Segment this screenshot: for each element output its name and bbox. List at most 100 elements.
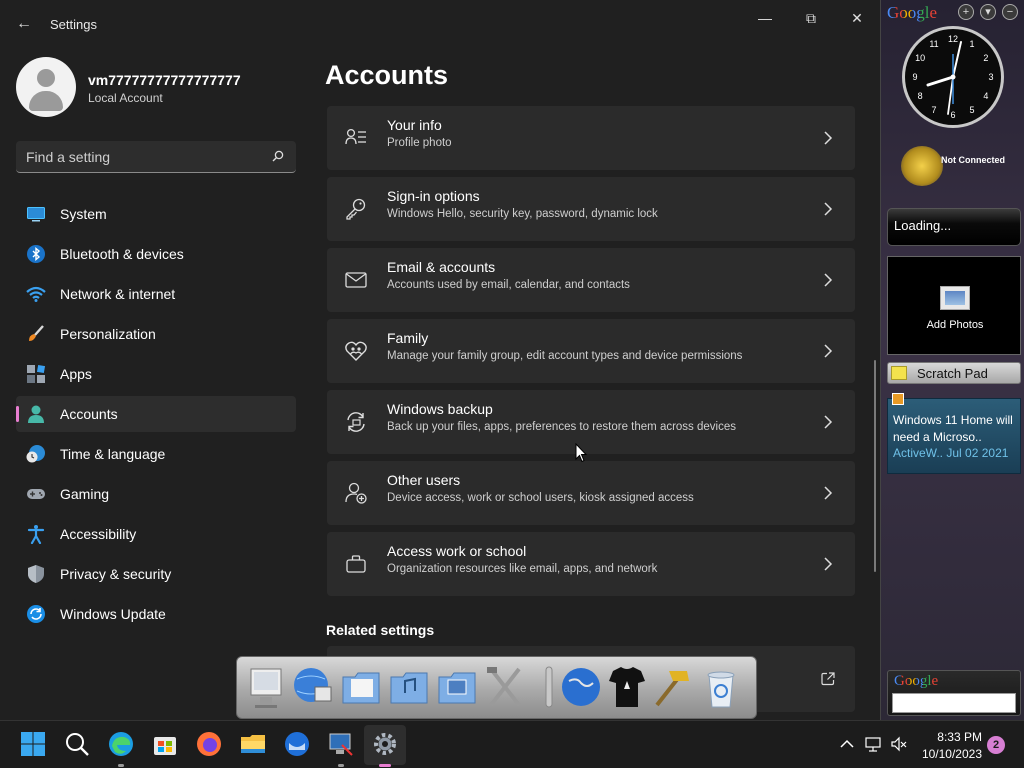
pictures-folder-dock-icon[interactable] <box>435 663 479 711</box>
add-gadget-button[interactable]: + <box>958 4 974 20</box>
clock-numeral: 4 <box>983 91 988 101</box>
clock-numeral: 12 <box>948 34 958 44</box>
edge-icon[interactable] <box>108 731 134 757</box>
chevron-right-icon <box>824 344 833 358</box>
sidebar-item-bluetooth[interactable]: Bluetooth & devices <box>16 236 296 272</box>
chevron-right-icon <box>824 273 833 287</box>
avatar-head <box>37 69 55 87</box>
clock-globe-icon <box>26 445 45 463</box>
firefox-icon[interactable] <box>196 731 222 757</box>
web-globe-dock-icon[interactable] <box>559 663 603 711</box>
key-icon <box>346 198 366 220</box>
sidebar-item-label: Accessibility <box>60 526 137 542</box>
start-windows-icon[interactable] <box>20 731 46 757</box>
feed-headline-text: Windows 11 Home will need a Microso.. <box>893 413 1013 444</box>
music-folder-dock-icon[interactable] <box>387 663 431 711</box>
speaker-muted-icon[interactable] <box>890 735 908 753</box>
sidebar-item-apps[interactable]: Apps <box>16 356 296 392</box>
maximize-button[interactable]: ⧉ <box>788 6 834 30</box>
store-icon[interactable] <box>152 731 178 757</box>
card-your-info[interactable]: Your info Profile photo <box>327 106 855 170</box>
clock-numeral: 5 <box>969 105 974 115</box>
loading-text: Loading... <box>894 218 952 233</box>
chevron-right-icon <box>824 557 833 571</box>
scrollbar[interactable] <box>874 360 876 572</box>
monitor-dock-icon[interactable] <box>245 663 289 711</box>
search-icon[interactable] <box>272 150 284 162</box>
clock-numeral: 1 <box>969 39 974 49</box>
tshirt-dock-icon[interactable] <box>605 663 649 711</box>
chevron-up-icon[interactable] <box>838 735 856 753</box>
sidebar-item-privacy[interactable]: Privacy & security <box>16 556 296 592</box>
wifi-icon <box>26 286 46 302</box>
news-feed-gadget[interactable]: Windows 11 Home will need a Microso.. Ac… <box>887 393 1021 474</box>
documents-folder-dock-icon[interactable] <box>339 663 383 711</box>
back-button[interactable]: ← <box>12 14 36 34</box>
dock-bar <box>236 656 757 719</box>
options-button[interactable]: ▾ <box>980 4 996 20</box>
network-globe-dock-icon[interactable] <box>291 663 335 711</box>
active-indicator <box>379 764 391 767</box>
sidebar-item-gaming[interactable]: Gaming <box>16 476 296 512</box>
google-search-input[interactable] <box>892 693 1016 713</box>
remote-desktop-icon[interactable] <box>328 731 354 757</box>
search-box[interactable] <box>16 141 296 173</box>
card-title: Access work or school <box>387 543 527 559</box>
card-email-accounts[interactable]: Email & accounts Accounts used by email,… <box>327 248 855 312</box>
weather-status: Not Connected <box>941 155 1005 165</box>
page-title: Accounts <box>325 60 449 90</box>
card-sign-in-options[interactable]: Sign-in options Windows Hello, security … <box>327 177 855 241</box>
sidebar-item-windows-update[interactable]: Windows Update <box>16 596 296 632</box>
sidebar-item-system[interactable]: System <box>16 196 296 232</box>
running-indicator <box>118 764 124 767</box>
card-subtitle: Accounts used by email, calendar, and co… <box>387 279 630 291</box>
hammer-dock-icon[interactable] <box>651 663 695 711</box>
person-add-icon <box>345 482 367 504</box>
search-taskbar-icon[interactable] <box>64 731 90 757</box>
card-other-users[interactable]: Other users Device access, work or schoo… <box>327 461 855 525</box>
chevron-right-icon <box>824 486 833 500</box>
file-explorer-icon[interactable] <box>240 731 266 757</box>
tools-dock-icon[interactable] <box>483 663 527 711</box>
clock-date[interactable]: 10/10/2023 <box>912 747 982 761</box>
loading-gadget[interactable]: Loading... <box>887 208 1021 246</box>
network-wired-icon[interactable] <box>864 735 882 753</box>
settings-gear-icon[interactable] <box>372 731 398 757</box>
card-family[interactable]: Family Manage your family group, edit ac… <box>327 319 855 383</box>
card-subtitle: Profile photo <box>387 137 452 149</box>
clock-numeral: 9 <box>912 72 917 82</box>
recycle-bin-dock-icon[interactable] <box>699 663 743 711</box>
google-search-logo-text: Google <box>894 673 939 689</box>
sidebar-item-personalization[interactable]: Personalization <box>16 316 296 352</box>
thunderbird-icon[interactable] <box>284 731 310 757</box>
feed-meta: ActiveW.. Jul 02 2021 <box>893 446 1021 460</box>
avatar[interactable] <box>16 57 76 117</box>
clock-time[interactable]: 8:33 PM <box>912 730 982 744</box>
close-button[interactable]: ✕ <box>834 6 880 30</box>
title-bar[interactable]: ← Settings — ⧉ ✕ <box>0 0 880 48</box>
weather-sun-icon <box>901 146 943 186</box>
sidebar-item-accounts[interactable]: Accounts <box>16 396 296 432</box>
sidebar-item-time-language[interactable]: Time & language <box>16 436 296 472</box>
accounts-icon <box>28 405 44 423</box>
shield-icon <box>28 565 44 583</box>
sidebar-item-accessibility[interactable]: Accessibility <box>16 516 296 552</box>
bluetooth-icon <box>27 245 45 263</box>
notification-badge[interactable]: 2 <box>987 736 1005 754</box>
feed-headline[interactable]: Windows 11 Home will need a Microso.. <box>893 412 1021 446</box>
card-title: Email & accounts <box>387 259 496 275</box>
clock-numeral: 2 <box>983 53 988 63</box>
photo-icon <box>940 286 970 310</box>
card-windows-backup[interactable]: Windows backup Back up your files, apps,… <box>327 390 855 454</box>
card-subtitle: Device access, work or school users, kio… <box>387 492 694 504</box>
sidebar-item-network[interactable]: Network & internet <box>16 276 296 312</box>
slideshow-gadget[interactable]: Add Photos <box>887 256 1021 355</box>
minimize-button[interactable]: — <box>742 6 788 30</box>
search-input[interactable] <box>26 147 256 167</box>
scratch-pad-gadget[interactable]: Scratch Pad <box>887 362 1021 384</box>
collapse-button[interactable]: − <box>1002 4 1018 20</box>
card-title: Other users <box>387 472 461 488</box>
card-access-work-school[interactable]: Access work or school Organization resou… <box>327 532 855 596</box>
rss-icon <box>892 393 904 405</box>
clock-numeral: 10 <box>915 53 925 63</box>
